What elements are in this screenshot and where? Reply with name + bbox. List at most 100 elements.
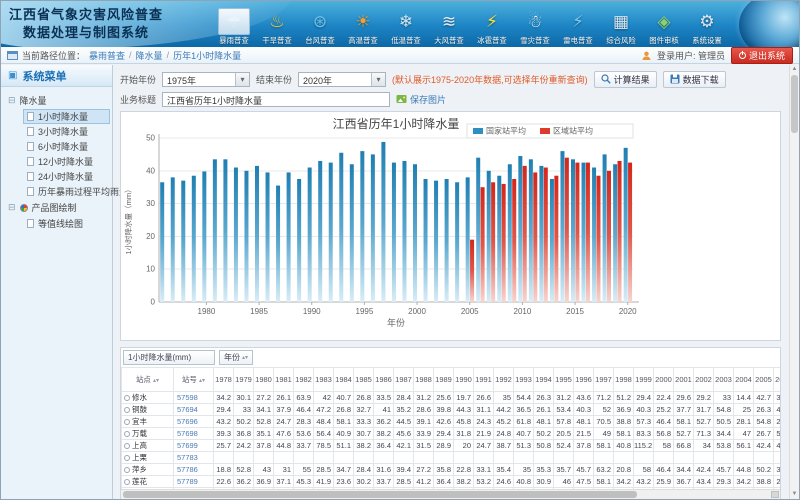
toolbar-item-settings[interactable]: ⚙系统设置 — [686, 2, 728, 47]
save-image-button[interactable]: 保存图片 — [396, 93, 446, 106]
year-column-header[interactable]: 1986 — [374, 368, 394, 392]
tree-node-precipitation[interactable]: ⊟降水量 — [3, 92, 110, 109]
year-column-header[interactable]: 1998 — [614, 368, 634, 392]
tree-item-6h-precip[interactable]: 6小时降水量 — [23, 139, 110, 154]
measure-selector[interactable]: 1小时降水量(mm) — [123, 350, 215, 365]
chart-bar — [466, 177, 470, 302]
tree-item-3h-precip[interactable]: 3小时降水量 — [23, 124, 110, 139]
year-column-header[interactable]: 1989 — [434, 368, 454, 392]
year-column-header[interactable]: 1985 — [354, 368, 374, 392]
row-radio-button[interactable] — [124, 479, 130, 485]
logout-button[interactable]: 退出系统 — [731, 47, 793, 64]
value-cell: 31.7 — [694, 404, 714, 416]
toolbar-item-snow[interactable]: ☃雪灾普查 — [514, 2, 556, 47]
year-column-header[interactable]: 1999 — [634, 368, 654, 392]
expand-icon[interactable]: ⊟ — [8, 202, 16, 213]
year-column-header[interactable]: 1983 — [314, 368, 334, 392]
station-code-cell[interactable]: 57786 — [174, 464, 214, 476]
row-radio-button[interactable] — [124, 467, 130, 473]
year-column-header[interactable]: 1978 — [214, 368, 234, 392]
year-column-header[interactable]: 2004 — [734, 368, 754, 392]
year-column-header[interactable]: 1992 — [494, 368, 514, 392]
year-column-header[interactable]: 1990 — [454, 368, 474, 392]
year-column-header[interactable]: 1979 — [234, 368, 254, 392]
year-column-header[interactable]: 1997 — [594, 368, 614, 392]
row-radio-button[interactable] — [124, 419, 130, 425]
value-cell: 21.5 — [574, 428, 594, 440]
vertical-scroll-thumb[interactable] — [791, 75, 798, 133]
tree-item-24h-precip[interactable]: 24小时降水量 — [23, 169, 110, 184]
download-button[interactable]: 数据下载 — [663, 71, 726, 88]
toolbar-item-lightning[interactable]: ⚡雷电普查 — [557, 2, 599, 47]
chart-title-input[interactable]: 江西省历年1小时降水量 — [162, 92, 390, 107]
horizontal-scrollbar[interactable] — [121, 489, 780, 499]
year-column-header[interactable]: 1994 — [534, 368, 554, 392]
station-code-cell[interactable]: 57789 — [174, 476, 214, 488]
value-cell: 24.6 — [494, 476, 514, 488]
tree-item-storm-process-avg[interactable]: 历年暴雨过程平均雨量 — [23, 184, 110, 199]
year-column-header[interactable]: 1984 — [334, 368, 354, 392]
row-radio-button[interactable] — [124, 455, 130, 461]
station-code-cell[interactable]: 57694 — [174, 404, 214, 416]
breadcrumb-link-current[interactable]: 历年1小时降水量 — [173, 49, 241, 62]
row-radio-button[interactable] — [124, 443, 130, 449]
svg-text:1990: 1990 — [303, 307, 321, 316]
toolbar-item-typhoon[interactable]: ⊛台风普查 — [299, 2, 341, 47]
tree-item-12h-precip[interactable]: 12小时降水量 — [23, 154, 110, 169]
year-column-header[interactable]: 2002 — [694, 368, 714, 392]
year-column-header[interactable]: 1993 — [514, 368, 534, 392]
station-code-cell[interactable]: 57696 — [174, 416, 214, 428]
breadcrumb-link-category[interactable]: 降水量 — [136, 49, 163, 62]
toolbar-item-low-temp[interactable]: ❄低温普查 — [385, 2, 427, 47]
expand-icon[interactable]: ⊟ — [8, 95, 16, 106]
toolbar-item-gale[interactable]: ≋大风普查 — [428, 2, 470, 47]
end-year-select[interactable]: 2020年 — [298, 72, 386, 87]
tree-item-isoline-mapping[interactable]: 等值线绘图 — [23, 216, 110, 231]
chart-bar — [360, 151, 364, 302]
year-column-header[interactable]: 2001 — [674, 368, 694, 392]
toolbar-item-map-review[interactable]: ◈图件审核 — [643, 2, 685, 47]
year-sort-control[interactable]: 年份 ▴▾ — [219, 350, 253, 365]
value-cell — [574, 452, 594, 464]
row-radio-button[interactable] — [124, 431, 130, 437]
toolbar-item-hail[interactable]: ⚡冰雹普查 — [471, 2, 513, 47]
calculate-button[interactable]: 计算结果 — [594, 71, 657, 88]
year-column-header[interactable]: 1995 — [554, 368, 574, 392]
station-code-cell[interactable]: 57699 — [174, 440, 214, 452]
year-column-header[interactable]: 1988 — [414, 368, 434, 392]
start-year-select[interactable]: 1975年 — [162, 72, 250, 87]
tree-node-product-mapping[interactable]: ⊟产品图绘制 — [3, 199, 110, 216]
toolbar-item-rainstorm[interactable]: ☔暴雨普查 — [213, 2, 255, 47]
year-column-header[interactable]: 2006 — [774, 368, 782, 392]
row-radio-button[interactable] — [124, 407, 130, 413]
year-column-header[interactable]: 2005 — [754, 368, 774, 392]
year-column-header[interactable]: 2003 — [714, 368, 734, 392]
value-cell: 50.8 — [534, 440, 554, 452]
page-icon — [27, 142, 34, 151]
value-cell: 47.5 — [574, 476, 594, 488]
breadcrumb-link-survey[interactable]: 暴雨普查 — [89, 49, 125, 62]
station-code-cell[interactable]: 57598 — [174, 392, 214, 404]
toolbar-item-composite[interactable]: ▦综合风险 — [600, 2, 642, 47]
year-column-header[interactable]: 1987 — [394, 368, 414, 392]
vertical-scrollbar[interactable]: ▲ ▼ — [789, 65, 799, 499]
main-toolbar: ☔暴雨普查♨干旱普查⊛台风普查☀高温普查❄低温普查≋大风普查⚡冰雹普查☃雪灾普查… — [213, 2, 728, 47]
year-column-header[interactable]: 1996 — [574, 368, 594, 392]
tree-item-1h-precip[interactable]: 1小时降水量 — [23, 109, 110, 124]
station-code-cell[interactable]: 57783 — [174, 452, 214, 464]
year-column-header[interactable]: 1991 — [474, 368, 494, 392]
row-radio-button[interactable] — [124, 395, 130, 401]
year-column-header[interactable]: 1980 — [254, 368, 274, 392]
year-column-header[interactable]: 1982 — [294, 368, 314, 392]
station-code-cell[interactable]: 57698 — [174, 428, 214, 440]
value-cell: 36.8 — [234, 428, 254, 440]
code-column-header[interactable]: 站号 ▴▾ — [174, 368, 214, 392]
year-column-header[interactable]: 1981 — [274, 368, 294, 392]
scroll-down-arrow[interactable]: ▼ — [790, 490, 799, 499]
toolbar-item-high-temp[interactable]: ☀高温普查 — [342, 2, 384, 47]
year-column-header[interactable]: 2000 — [654, 368, 674, 392]
toolbar-item-drought[interactable]: ♨干旱普查 — [256, 2, 298, 47]
horizontal-scroll-thumb[interactable] — [123, 491, 637, 498]
station-column-header[interactable]: 站点 ▴▾ — [122, 368, 174, 392]
scroll-up-arrow[interactable]: ▲ — [790, 65, 799, 74]
